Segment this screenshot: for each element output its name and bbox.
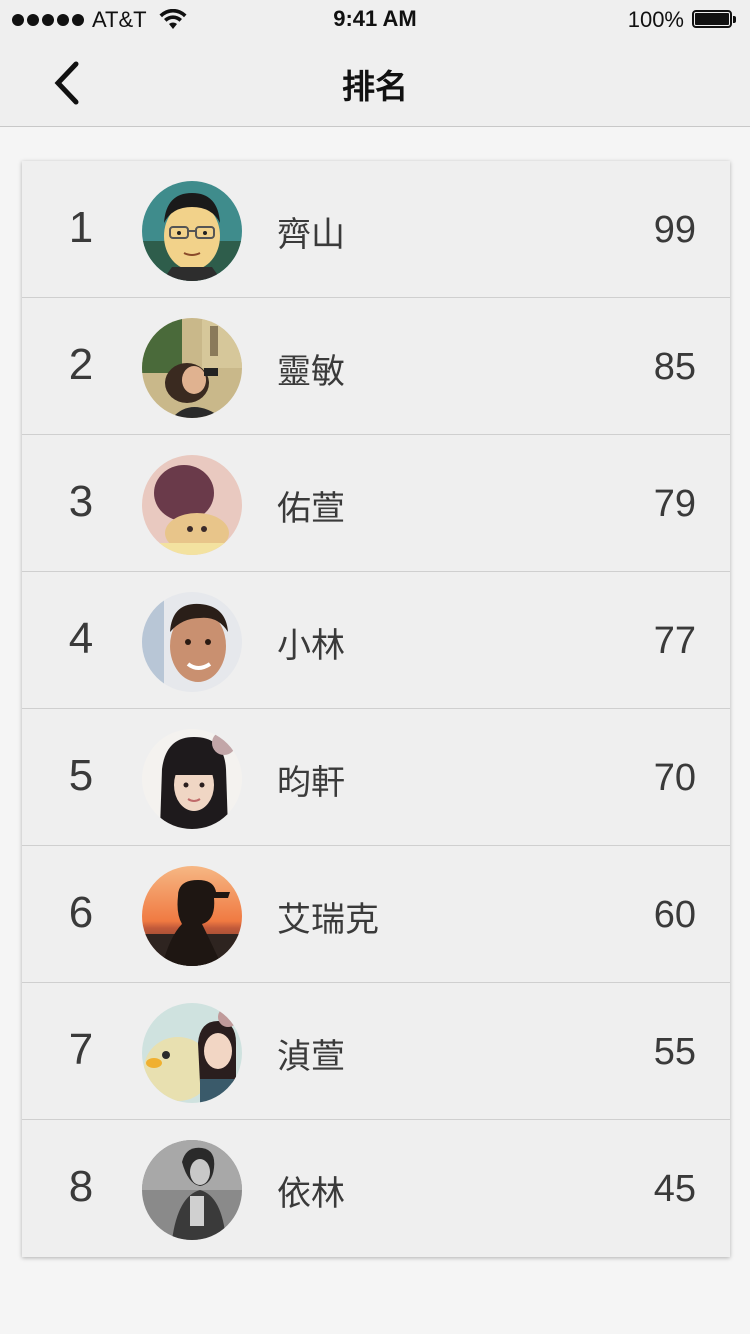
player-name: 昀軒 xyxy=(277,763,345,803)
avatar xyxy=(142,455,242,555)
ranking-row[interactable]: 4 小林 77 xyxy=(22,572,730,709)
rank-number: 1 xyxy=(68,203,94,252)
avatar xyxy=(142,729,242,829)
avatar xyxy=(142,866,242,966)
rank-number: 6 xyxy=(68,888,94,937)
player-name: 靈敏 xyxy=(277,352,345,392)
player-score: 60 xyxy=(653,894,696,936)
ranking-list: 1 齊山 99 2 靈敏 85 3 佑萱 79 4 小林 77 5 昀軒 70 … xyxy=(22,161,730,1257)
rank-number: 3 xyxy=(68,477,94,526)
rank-number: 5 xyxy=(68,751,94,800)
ranking-row[interactable]: 2 靈敏 85 xyxy=(22,298,730,435)
player-name: 齊山 xyxy=(277,215,345,255)
player-name: 依林 xyxy=(277,1174,345,1214)
ranking-row[interactable]: 3 佑萱 79 xyxy=(22,435,730,572)
avatar xyxy=(142,1140,242,1240)
player-name: 小林 xyxy=(277,626,345,666)
player-name: 佑萱 xyxy=(277,489,345,529)
player-score: 70 xyxy=(653,757,696,799)
rank-number: 2 xyxy=(68,340,94,389)
player-score: 85 xyxy=(653,346,696,388)
player-score: 45 xyxy=(653,1168,696,1210)
ranking-row[interactable]: 6 艾瑞克 60 xyxy=(22,846,730,983)
rank-number: 7 xyxy=(68,1025,94,1074)
status-bar-right: 100% xyxy=(628,6,738,34)
player-score: 55 xyxy=(653,1031,696,1073)
player-score: 79 xyxy=(653,483,696,525)
status-bar: AT&T 9:41 AM 100% xyxy=(0,0,750,40)
player-score: 77 xyxy=(653,620,696,662)
avatar xyxy=(142,1003,242,1103)
ranking-row[interactable]: 7 湞萱 55 xyxy=(22,983,730,1120)
navigation-bar: 排名 xyxy=(0,40,750,127)
avatar xyxy=(142,318,242,418)
ranking-row[interactable]: 1 齊山 99 xyxy=(22,161,730,298)
ranking-row[interactable]: 5 昀軒 70 xyxy=(22,709,730,846)
avatar xyxy=(142,181,242,281)
player-name: 艾瑞克 xyxy=(277,900,379,940)
player-name: 湞萱 xyxy=(277,1037,345,1077)
rank-number: 8 xyxy=(68,1162,94,1211)
ranking-row[interactable]: 8 依林 45 xyxy=(22,1120,730,1257)
page-title: 排名 xyxy=(342,67,408,106)
player-score: 99 xyxy=(653,209,696,251)
battery-icon xyxy=(692,10,738,30)
rank-number: 4 xyxy=(68,614,94,663)
avatar xyxy=(142,592,242,692)
battery-percent: 100% xyxy=(627,7,684,32)
